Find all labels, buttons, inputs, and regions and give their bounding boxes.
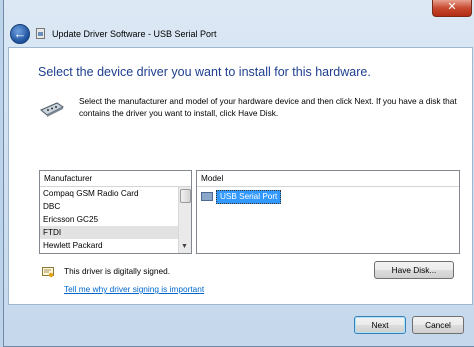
page-heading: Select the device driver you want to ins… <box>38 65 371 79</box>
manufacturer-list[interactable]: Manufacturer Compaq GSM Radio Card DBC E… <box>39 170 192 254</box>
wizard-icon <box>36 28 45 39</box>
title-bar: ← Update Driver Software - USB Serial Po… <box>4 0 474 46</box>
signing-info-link[interactable]: Tell me why driver signing is important <box>64 284 204 294</box>
close-button[interactable]: ✕ <box>432 0 472 17</box>
instructions-text: Select the manufacturer and model of you… <box>79 96 457 118</box>
manufacturer-item[interactable]: Ericsson GC25 <box>40 213 191 226</box>
have-disk-label: Have Disk... <box>391 265 437 275</box>
signed-certificate-icon <box>42 267 54 278</box>
manufacturer-item[interactable]: DBC <box>40 200 191 213</box>
wizard-content: Select the device driver you want to ins… <box>8 47 473 305</box>
signing-status: This driver is digitally signed. <box>64 266 171 276</box>
next-label: Next <box>371 320 389 330</box>
wizard-window: ← Update Driver Software - USB Serial Po… <box>3 0 474 347</box>
port-icon <box>201 192 213 201</box>
back-button[interactable]: ← <box>10 24 30 44</box>
manufacturer-scrollbar[interactable]: ▼ <box>178 187 191 253</box>
close-icon: ✕ <box>447 1 457 13</box>
manufacturer-item[interactable]: Compaq GSM Radio Card <box>40 187 191 200</box>
scroll-down-arrow-icon[interactable]: ▼ <box>181 243 188 250</box>
model-list[interactable]: Model USB Serial Port <box>196 170 460 254</box>
cancel-label: Cancel <box>425 320 451 330</box>
cancel-button[interactable]: Cancel <box>412 316 464 334</box>
manufacturer-item[interactable]: Hewlett Packard <box>40 239 191 252</box>
window-title: Update Driver Software - USB Serial Port <box>52 29 217 39</box>
model-item-label: USB Serial Port <box>216 189 282 204</box>
have-disk-button[interactable]: Have Disk... <box>374 261 454 279</box>
model-column-header[interactable]: Model <box>197 171 459 187</box>
back-arrow-icon: ← <box>13 26 27 41</box>
manufacturer-column-header[interactable]: Manufacturer <box>40 171 191 187</box>
scrollbar-thumb[interactable] <box>180 189 191 203</box>
manufacturer-item-selected[interactable]: FTDI <box>40 226 191 239</box>
next-button[interactable]: Next <box>354 316 406 334</box>
serial-cable-icon <box>40 102 64 117</box>
model-item-selected[interactable]: USB Serial Port <box>201 189 282 204</box>
